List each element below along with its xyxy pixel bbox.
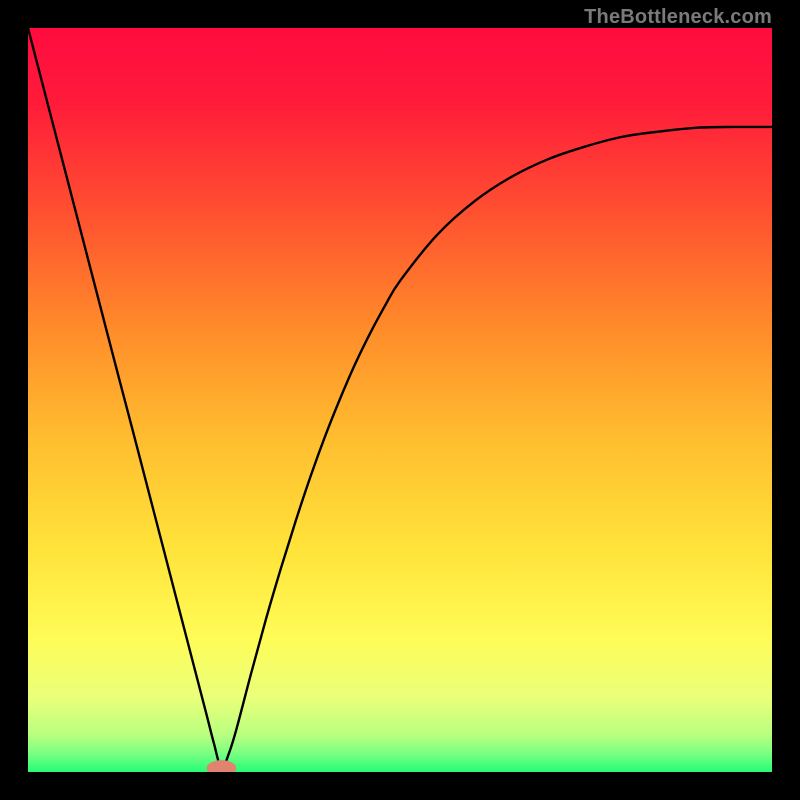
chart-frame: TheBottleneck.com (0, 0, 800, 800)
chart-background (28, 28, 772, 772)
watermark-text: TheBottleneck.com (584, 6, 772, 29)
chart-plot (28, 28, 772, 772)
